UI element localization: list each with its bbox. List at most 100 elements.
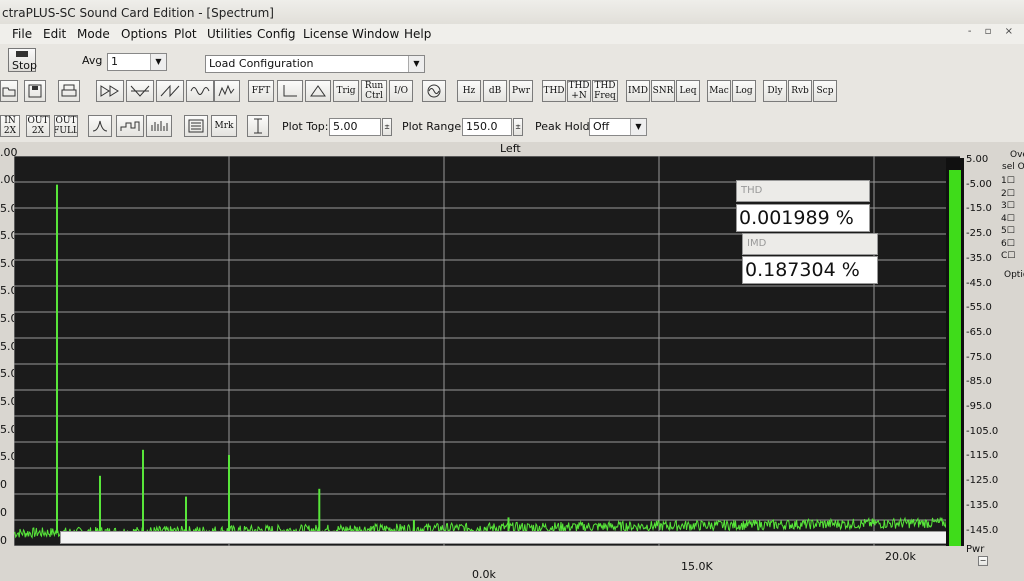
- list-view-button[interactable]: [184, 115, 208, 137]
- single-peak-button[interactable]: [88, 115, 112, 137]
- open-file-button[interactable]: [0, 80, 18, 102]
- chevron-down-icon[interactable]: ▼: [630, 119, 646, 135]
- window-title: ctraPLUS-SC Sound Card Edition - [Spectr…: [2, 6, 274, 20]
- meter-scale-label: -145.0: [966, 524, 999, 536]
- stop-button[interactable]: Stop: [8, 48, 38, 72]
- imd-button[interactable]: IMD: [626, 80, 650, 102]
- peak-button[interactable]: [305, 80, 331, 102]
- menu-utilities[interactable]: Utilities: [207, 27, 252, 41]
- x-tick-label-partial: 0.0k: [472, 568, 496, 581]
- printer-icon: [61, 84, 77, 97]
- cursor-button[interactable]: [247, 115, 269, 137]
- channel-select-checkbox[interactable]: 4☐: [1001, 214, 1015, 224]
- menu-file[interactable]: File: [12, 27, 32, 41]
- bar-plot-button[interactable]: [146, 115, 172, 137]
- peak-hold-select[interactable]: Off ▼: [589, 118, 647, 136]
- channel-select-checkbox[interactable]: 1☐: [1001, 176, 1015, 186]
- menu-help[interactable]: Help: [404, 27, 431, 41]
- meter-scale-label: -45.0: [966, 277, 992, 289]
- ramp-button[interactable]: [156, 80, 184, 102]
- meter-scale-label: -65.0: [966, 326, 992, 338]
- mac-button[interactable]: Mac: [707, 80, 731, 102]
- bracket-button[interactable]: [277, 80, 303, 102]
- save-button[interactable]: [24, 80, 46, 102]
- plot-top-value: 5.00: [333, 120, 358, 133]
- meter-collapse-button[interactable]: −: [978, 556, 988, 566]
- imd-readout-value: 0.187304 %: [742, 256, 878, 284]
- pwr-button[interactable]: Pwr: [509, 80, 533, 102]
- thd-freq-button[interactable]: THD Freq: [592, 80, 618, 102]
- fft-button[interactable]: FFT: [248, 80, 274, 102]
- io-button[interactable]: I/O: [389, 80, 413, 102]
- channel-select-checkbox[interactable]: 6☐: [1001, 239, 1015, 249]
- db-button[interactable]: dB: [483, 80, 507, 102]
- channel-select-checkbox[interactable]: 3☐: [1001, 201, 1015, 211]
- menu-window[interactable]: Window: [352, 27, 399, 41]
- zoom-out-2x-button[interactable]: OUT 2X: [26, 115, 50, 137]
- menu-license[interactable]: License: [303, 27, 348, 41]
- print-button[interactable]: [58, 80, 80, 102]
- menu-config[interactable]: Config: [257, 27, 296, 41]
- leq-button[interactable]: Leq: [676, 80, 700, 102]
- chevron-down-icon[interactable]: ▼: [150, 54, 166, 70]
- chevron-down-icon[interactable]: ▼: [408, 56, 424, 72]
- scp-button[interactable]: Scp: [813, 80, 837, 102]
- thd-button[interactable]: THD: [542, 80, 566, 102]
- avg-select[interactable]: 1 ▼: [107, 53, 167, 71]
- horizontal-scrollbar[interactable]: ▸: [60, 531, 960, 544]
- step-plot-button[interactable]: [116, 115, 144, 137]
- peak-curve-icon: [92, 120, 108, 132]
- plot-range-input[interactable]: 150.0: [462, 118, 512, 136]
- menu-options[interactable]: Options: [121, 27, 167, 41]
- zoom-out-full-button[interactable]: OUT FULL: [54, 115, 78, 137]
- select-header: sel On: [1002, 162, 1024, 172]
- sine-generator-button[interactable]: [422, 80, 446, 102]
- spectrogram-button[interactable]: [214, 80, 240, 102]
- fast-forward-button[interactable]: [96, 80, 124, 102]
- configuration-select[interactable]: Load Configuration ▼: [205, 55, 425, 73]
- zoom-in-2x-button[interactable]: IN 2X: [0, 115, 20, 137]
- plot-top-label: Plot Top:: [282, 120, 329, 133]
- avg-label: Avg: [82, 54, 103, 67]
- meter-scale-label: -5.00: [966, 178, 992, 190]
- overload-header: Ove: [1010, 150, 1024, 160]
- mdi-window-controls[interactable]: - ▫ ×: [968, 26, 1018, 37]
- channel-select-checkbox[interactable]: 5☐: [1001, 226, 1015, 236]
- menu-plot[interactable]: Plot: [174, 27, 197, 41]
- rvb-button[interactable]: Rvb: [788, 80, 812, 102]
- filter-icon: [130, 85, 150, 97]
- y-tick-label: 0: [0, 534, 7, 547]
- log-button[interactable]: Log: [732, 80, 756, 102]
- channel-select-checkbox[interactable]: C☐: [1001, 251, 1015, 261]
- options-label[interactable]: Optio: [1004, 270, 1024, 280]
- plot-top-input[interactable]: 5.00: [329, 118, 381, 136]
- x-tick-label: 15.0K: [681, 560, 713, 573]
- channel-select-checkbox[interactable]: 2☐: [1001, 189, 1015, 199]
- stop-label: Stop: [12, 59, 38, 72]
- imd-readout-label: IMD: [742, 233, 878, 255]
- plot-range-label: Plot Range:: [402, 120, 465, 133]
- meter-scale-label: 5.00: [966, 154, 989, 165]
- plot-range-spinner[interactable]: ±: [513, 118, 523, 136]
- peak-icon: [310, 85, 326, 97]
- dly-button[interactable]: Dly: [763, 80, 787, 102]
- thdn-button[interactable]: THD +N: [567, 80, 591, 102]
- menu-edit[interactable]: Edit: [43, 27, 66, 41]
- snr-button[interactable]: SNR: [651, 80, 675, 102]
- filter-button[interactable]: [126, 80, 154, 102]
- step-plot-icon: [120, 121, 140, 131]
- meter-scale-label: -25.0: [966, 228, 992, 240]
- trigger-button[interactable]: Trig: [333, 80, 359, 102]
- spectrogram-icon: [218, 84, 235, 97]
- meter-scale-label: -85.0: [966, 376, 992, 388]
- plot-top-spinner[interactable]: ±: [382, 118, 392, 136]
- meter-scale-label: -55.0: [966, 302, 992, 314]
- meter-scale-label: -115.0: [966, 450, 999, 462]
- avg-value: 1: [111, 55, 118, 68]
- menu-mode[interactable]: Mode: [77, 27, 110, 41]
- waveform-button[interactable]: [186, 80, 214, 102]
- run-control-button[interactable]: Run Ctrl: [361, 80, 387, 102]
- title-bar: ctraPLUS-SC Sound Card Edition - [Spectr…: [0, 0, 1024, 26]
- marker-button[interactable]: Mrk: [211, 115, 237, 137]
- hz-button[interactable]: Hz: [457, 80, 481, 102]
